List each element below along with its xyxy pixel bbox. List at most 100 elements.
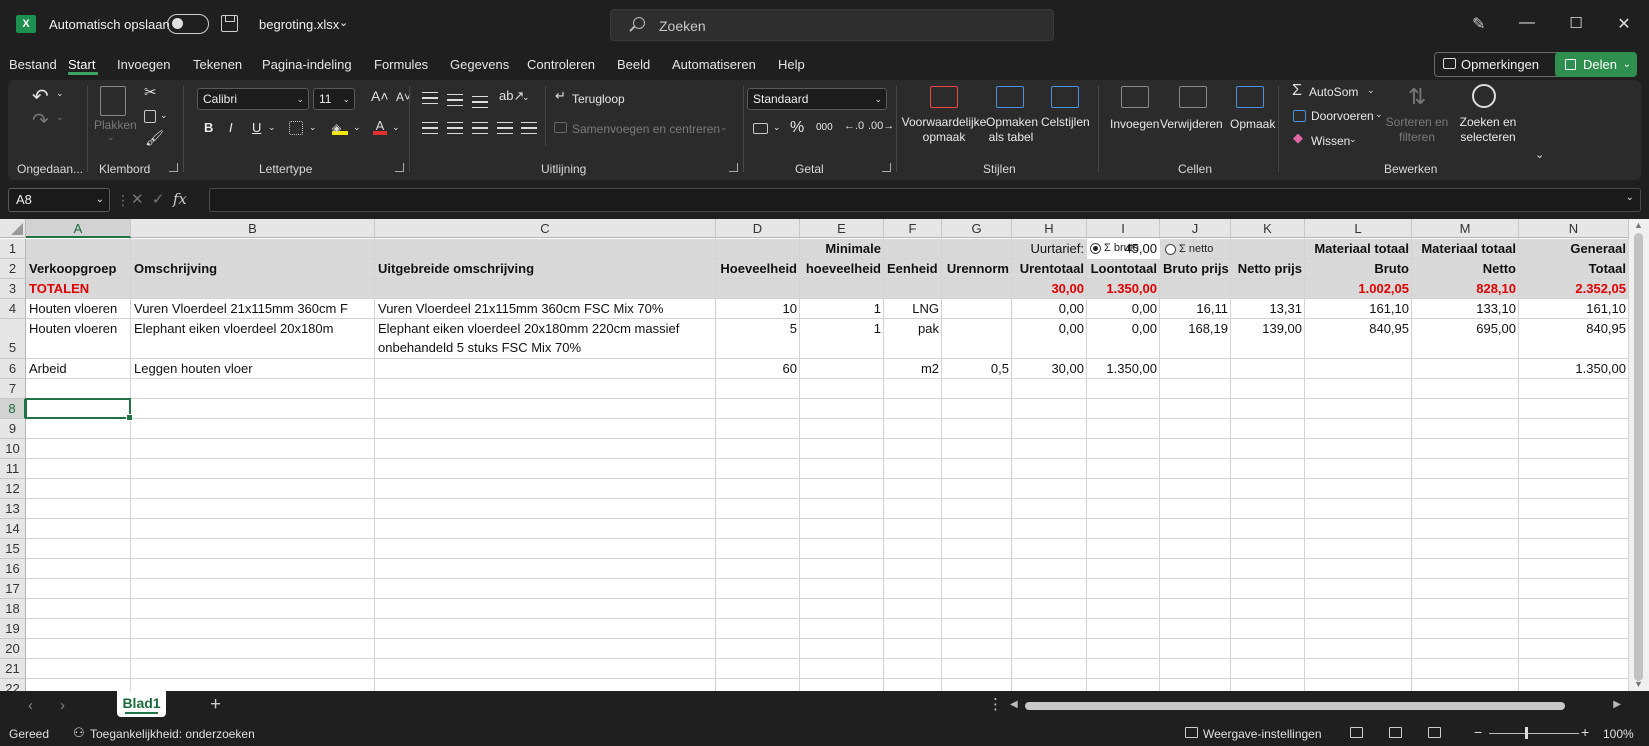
column-header-d[interactable]: D	[716, 219, 800, 238]
cell-g6[interactable]: 0,5	[942, 359, 1012, 379]
column-header-h[interactable]: H	[1012, 219, 1087, 238]
cell-b6[interactable]: Leggen houten vloer	[131, 359, 375, 379]
row-header-11[interactable]: 11	[0, 459, 26, 479]
cell-n3[interactable]: 2.352,05	[1519, 279, 1629, 299]
cell-g2[interactable]: Urennorm	[942, 259, 1012, 279]
collapse-ribbon-icon[interactable]: ⌄	[1535, 148, 1544, 161]
sort-filter-label-1[interactable]: Sorteren en	[1384, 115, 1450, 129]
format-as-table-label-1[interactable]: Opmaken	[986, 115, 1038, 129]
row-header-15[interactable]: 15	[0, 539, 26, 559]
zoom-slider[interactable]	[1489, 733, 1579, 734]
cell-k4[interactable]: 13,31	[1231, 299, 1305, 319]
row-header-8[interactable]: 8	[0, 399, 26, 419]
orientation-icon[interactable]: ab↗	[499, 88, 524, 104]
row-header-1[interactable]: 1	[0, 239, 26, 259]
border-icon[interactable]	[289, 121, 303, 135]
conditional-format-label-2[interactable]: opmaak	[901, 130, 987, 144]
column-header-a[interactable]: A	[26, 219, 131, 238]
chevron-down-icon[interactable]: ⌄	[1626, 192, 1634, 203]
horizontal-scroll-thumb[interactable]	[1025, 702, 1565, 710]
scroll-down-icon[interactable]: ▼	[1634, 679, 1643, 689]
next-sheet-icon[interactable]: ›	[60, 697, 65, 714]
font-name-dropdown[interactable]: Calibri ⌄	[197, 88, 309, 110]
currency-icon[interactable]	[753, 123, 768, 134]
cell-m4[interactable]: 133,10	[1412, 299, 1519, 319]
decrease-decimal-icon[interactable]: .00→	[868, 120, 894, 132]
chevron-down-icon[interactable]: ⌄	[268, 122, 276, 133]
align-center-icon[interactable]	[447, 122, 463, 134]
cell-styles-icon[interactable]	[1051, 86, 1079, 108]
share-button[interactable]: Delen ⌄	[1555, 52, 1637, 77]
menu-start[interactable]: Start	[68, 57, 95, 72]
selected-cell-a8[interactable]	[25, 398, 133, 421]
radio-bruto[interactable]	[1090, 243, 1101, 254]
cell-i3[interactable]: 1.350,00	[1087, 279, 1160, 299]
enter-icon[interactable]: ✓	[152, 191, 165, 208]
chevron-down-icon[interactable]: ⌄	[720, 122, 728, 133]
cell-e1[interactable]: Minimale	[800, 239, 884, 259]
percent-button[interactable]: %	[790, 119, 804, 137]
align-bottom-icon[interactable]	[472, 96, 488, 108]
copy-icon[interactable]	[144, 110, 156, 123]
chevron-down-icon[interactable]: ⌄	[1349, 134, 1357, 145]
find-select-label-1[interactable]: Zoeken en	[1448, 115, 1528, 129]
column-header-f[interactable]: F	[884, 219, 942, 238]
paste-button[interactable]: Plakken	[94, 118, 137, 132]
cell-j4[interactable]: 16,11	[1160, 299, 1231, 319]
cell-n1[interactable]: Generaal	[1519, 239, 1629, 259]
row-header-20[interactable]: 20	[0, 639, 26, 659]
merge-center-button[interactable]: Samenvoegen en centreren	[572, 122, 720, 136]
row-header-12[interactable]: 12	[0, 479, 26, 499]
column-header-n[interactable]: N	[1519, 219, 1629, 238]
row-header-14[interactable]: 14	[0, 519, 26, 539]
cell-d5[interactable]: 5	[716, 319, 800, 359]
cell-h1[interactable]: Uurtarief:	[1012, 239, 1087, 259]
cell-n2[interactable]: Totaal	[1519, 259, 1629, 279]
cell-a5[interactable]: Houten vloeren	[26, 319, 131, 359]
zoom-in-icon[interactable]: +	[1581, 724, 1589, 740]
cell-b5[interactable]: Elephant eiken vloerdeel 20x180m	[131, 319, 375, 359]
zoom-level[interactable]: 100%	[1603, 727, 1634, 741]
autosave-toggle[interactable]	[167, 14, 209, 34]
row-header-2[interactable]: 2	[0, 259, 26, 279]
cell-j2[interactable]: Bruto prijs	[1160, 259, 1231, 279]
cell-i6[interactable]: 1.350,00	[1087, 359, 1160, 379]
comments-button[interactable]: Opmerkingen	[1434, 52, 1574, 77]
radio-netto[interactable]	[1165, 244, 1176, 255]
zoom-out-icon[interactable]: −	[1474, 724, 1482, 740]
menu-controleren[interactable]: Controleren	[527, 57, 595, 72]
chevron-down-icon[interactable]: ⌄	[1367, 85, 1375, 96]
cell-l5[interactable]: 840,95	[1305, 319, 1412, 359]
search-box[interactable]: Zoeken	[610, 9, 1054, 41]
cell-d6[interactable]: 60	[716, 359, 800, 379]
format-painter-icon[interactable]: 🖌	[145, 129, 164, 147]
display-settings-button[interactable]: Weergave-instellingen	[1203, 727, 1322, 741]
page-layout-icon[interactable]	[1389, 727, 1402, 738]
cell-n6[interactable]: 1.350,00	[1519, 359, 1629, 379]
redo-icon[interactable]: ↷	[32, 108, 49, 133]
wrap-text-icon[interactable]: ↵	[555, 88, 566, 104]
row-header-4[interactable]: 4	[0, 299, 26, 319]
cell-d4[interactable]: 10	[716, 299, 800, 319]
row-header-10[interactable]: 10	[0, 439, 26, 459]
cancel-icon[interactable]: ✕	[131, 191, 144, 208]
menu-tekenen[interactable]: Tekenen	[193, 57, 242, 72]
font-color-icon[interactable]: A	[373, 118, 387, 135]
cell-e2[interactable]: hoeveelheid	[800, 259, 884, 279]
menu-invoegen[interactable]: Invoegen	[117, 57, 171, 72]
column-header-j[interactable]: J	[1160, 219, 1231, 238]
cell-a4[interactable]: Houten vloeren	[26, 299, 131, 319]
zoom-slider-thumb[interactable]	[1525, 727, 1528, 739]
launcher-icon[interactable]	[169, 163, 178, 172]
row-header-5[interactable]: 5	[0, 319, 26, 359]
cell-k5[interactable]: 139,00	[1231, 319, 1305, 359]
cell-e4[interactable]: 1	[800, 299, 884, 319]
column-header-l[interactable]: L	[1305, 219, 1412, 238]
insert-cells-button[interactable]: Invoegen	[1110, 117, 1159, 131]
close-icon[interactable]: ✕	[1614, 14, 1634, 34]
spreadsheet-grid[interactable]: A B C D E F G H I J K L M N 1 2 3 4 5 6 7 8 9 10 11 12 13 14 15 16 17 1…	[0, 219, 1649, 691]
insert-function-button[interactable]: fx	[173, 190, 187, 208]
column-header-i[interactable]: I	[1087, 219, 1160, 238]
cell-f4[interactable]: LNG	[884, 299, 942, 319]
chevron-down-icon[interactable]: ⌄	[309, 122, 317, 133]
